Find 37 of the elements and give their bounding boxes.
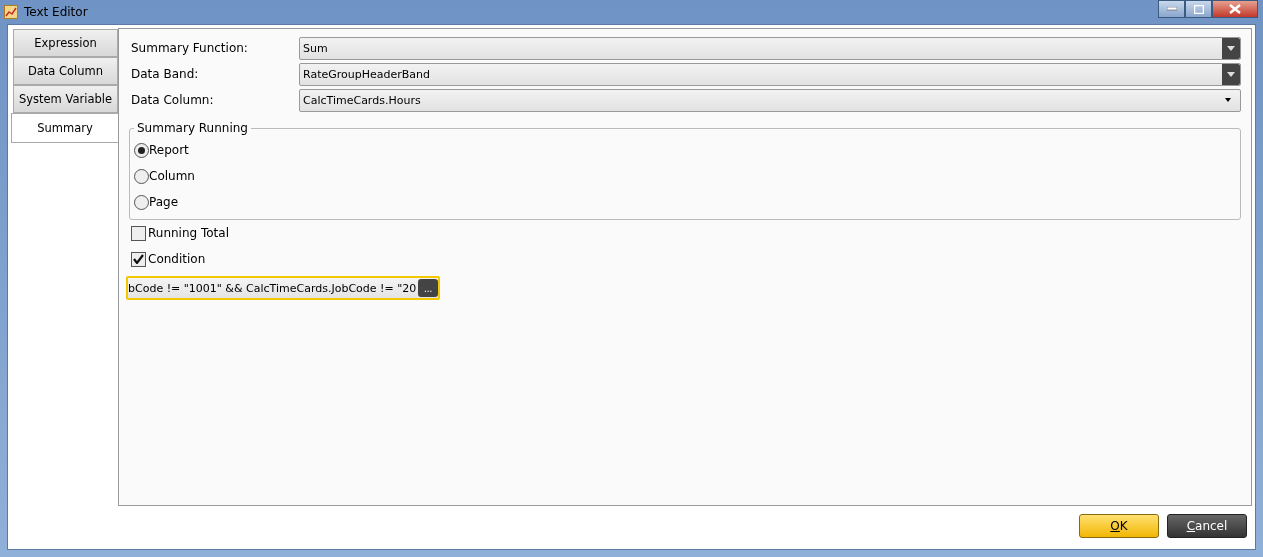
close-icon bbox=[1229, 4, 1241, 14]
tab[interactable]: Summary bbox=[11, 113, 118, 143]
tab[interactable]: Data Column bbox=[13, 57, 118, 85]
radio-label: Page bbox=[149, 195, 179, 209]
window-title: Text Editor bbox=[24, 5, 88, 19]
radio-label: Column bbox=[149, 169, 195, 183]
field-label: Data Band: bbox=[131, 67, 200, 81]
tab[interactable]: Expression bbox=[13, 29, 118, 57]
radio-button[interactable] bbox=[134, 168, 149, 184]
chart-icon bbox=[4, 5, 18, 19]
maximize-icon bbox=[1193, 4, 1204, 14]
minimize-button[interactable] bbox=[1158, 0, 1185, 18]
checkbox-label: Condition bbox=[148, 252, 206, 266]
condition-field[interactable]: bCode != "1001" && CalcTimeCards.JobCode != "20 ... bbox=[126, 276, 441, 300]
field-label: Data Column: bbox=[131, 93, 215, 107]
group-title: Summary Running bbox=[136, 121, 249, 135]
field-label: Summary Function: bbox=[131, 41, 249, 55]
maximize-button[interactable] bbox=[1185, 0, 1212, 18]
dropdown[interactable]: CalcTimeCards.Hours bbox=[299, 88, 1241, 112]
close-button[interactable] bbox=[1212, 0, 1258, 18]
ellipsis-button[interactable]: ... bbox=[418, 279, 439, 297]
checkbox-label: Running Total bbox=[148, 226, 229, 240]
radio-label: Report bbox=[149, 143, 189, 157]
checkbox[interactable] bbox=[131, 251, 146, 267]
checkbox[interactable] bbox=[131, 225, 146, 241]
dropdown[interactable]: RateGroupHeaderBand bbox=[299, 62, 1241, 86]
radio-button[interactable] bbox=[134, 142, 149, 158]
dropdown-arrow-icon bbox=[1227, 71, 1235, 77]
minimize-icon bbox=[1166, 7, 1177, 11]
dialog-button[interactable]: OK bbox=[1079, 514, 1159, 538]
radio-button[interactable] bbox=[134, 194, 149, 210]
dropdown-arrow-icon bbox=[1227, 45, 1235, 51]
tab[interactable]: System Variable bbox=[13, 85, 118, 113]
dropdown[interactable]: Sum bbox=[299, 36, 1241, 60]
dialog-button[interactable]: Cancel bbox=[1167, 514, 1247, 538]
checkmark-icon bbox=[133, 254, 144, 264]
dropdown-arrow-icon bbox=[1225, 98, 1231, 102]
